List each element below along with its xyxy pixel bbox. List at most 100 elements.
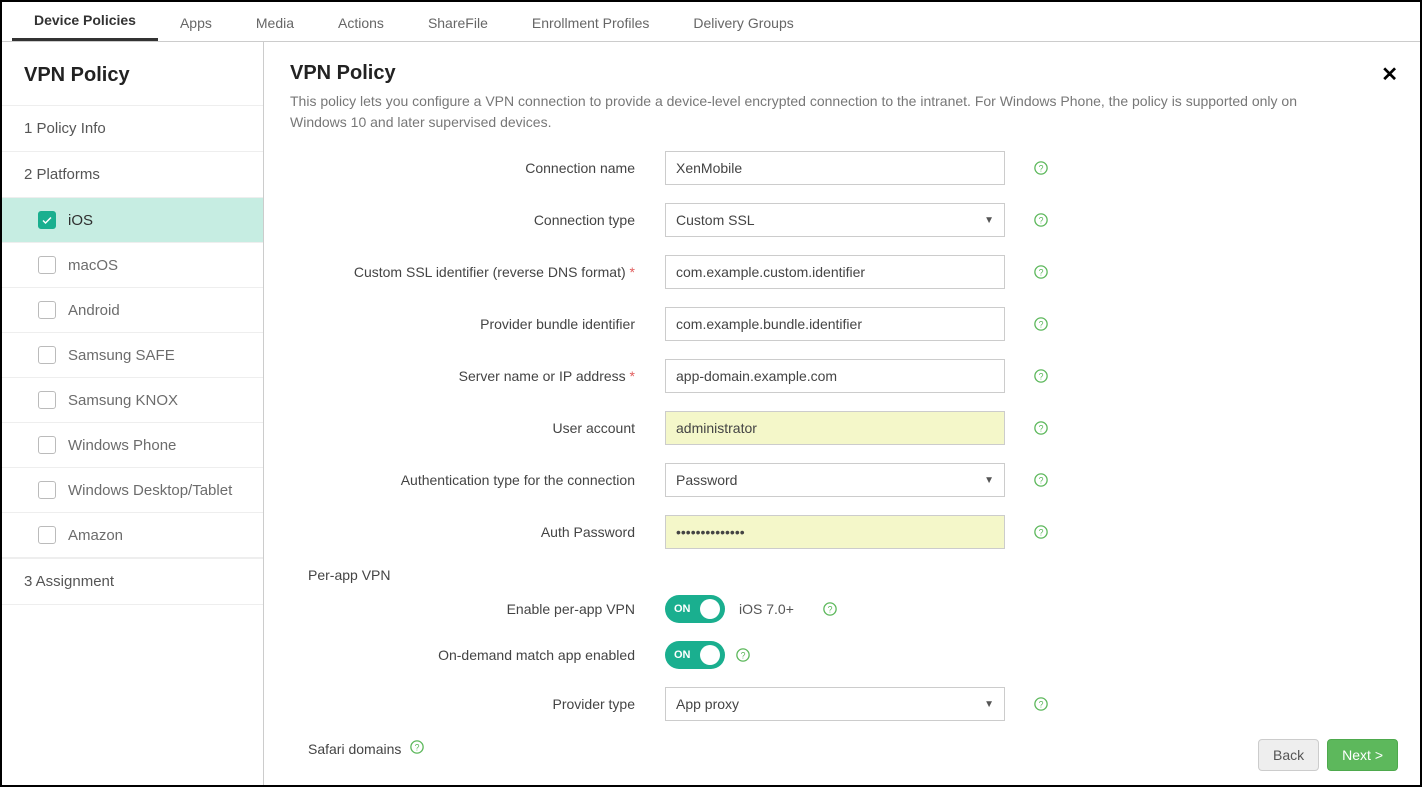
checkbox-icon xyxy=(38,481,56,499)
main-panel: ✕ VPN Policy This policy lets you config… xyxy=(264,42,1420,785)
label-auth-password: Auth Password xyxy=(290,524,665,540)
platform-ios[interactable]: iOS xyxy=(2,197,263,242)
section-safari-domains: Safari domains ? xyxy=(308,739,1394,757)
svg-text:?: ? xyxy=(1039,476,1044,486)
label-connection-name: Connection name xyxy=(290,160,665,176)
checkbox-icon xyxy=(38,391,56,409)
select-value: App proxy xyxy=(676,696,739,712)
toggle-on-demand[interactable]: ON xyxy=(665,641,725,669)
platform-label: Android xyxy=(68,302,120,319)
select-auth-type[interactable]: Password ▼ xyxy=(665,463,1005,497)
help-icon[interactable]: ? xyxy=(1033,212,1049,228)
back-button[interactable]: Back xyxy=(1258,739,1319,771)
label-enable-per-app: Enable per-app VPN xyxy=(290,601,665,617)
caret-down-icon: ▼ xyxy=(984,699,994,710)
toggle-state: ON xyxy=(674,603,691,615)
label-server-name: Server name or IP address * xyxy=(290,368,665,384)
platform-samsung-safe[interactable]: Samsung SAFE xyxy=(2,332,263,377)
tab-actions[interactable]: Actions xyxy=(316,5,406,41)
input-provider-bundle[interactable] xyxy=(665,307,1005,341)
page-title: VPN Policy xyxy=(290,62,1394,85)
platform-windows-desktop[interactable]: Windows Desktop/Tablet xyxy=(2,467,263,512)
svg-text:?: ? xyxy=(1039,164,1044,174)
checkbox-icon xyxy=(38,301,56,319)
help-icon[interactable]: ? xyxy=(1033,524,1049,540)
help-icon[interactable]: ? xyxy=(1033,316,1049,332)
help-icon[interactable]: ? xyxy=(1033,160,1049,176)
svg-text:?: ? xyxy=(827,605,832,615)
label-custom-ssl: Custom SSL identifier (reverse DNS forma… xyxy=(290,264,665,280)
sidebar-title: VPN Policy xyxy=(2,42,263,105)
next-button[interactable]: Next > xyxy=(1327,739,1398,771)
tab-media[interactable]: Media xyxy=(234,5,316,41)
tab-enrollment-profiles[interactable]: Enrollment Profiles xyxy=(510,5,672,41)
platform-label: Amazon xyxy=(68,527,123,544)
label-on-demand: On-demand match app enabled xyxy=(290,647,665,663)
platform-list: iOS macOS Android Samsung SAFE Samsung K… xyxy=(2,197,263,558)
checkbox-icon xyxy=(38,436,56,454)
platform-label: Windows Phone xyxy=(68,437,176,454)
select-connection-type[interactable]: Custom SSL ▼ xyxy=(665,203,1005,237)
step-platforms[interactable]: 2 Platforms xyxy=(2,151,263,197)
input-auth-password[interactable] xyxy=(665,515,1005,549)
tab-device-policies[interactable]: Device Policies xyxy=(12,2,158,41)
close-icon[interactable]: ✕ xyxy=(1381,62,1398,87)
svg-text:?: ? xyxy=(415,743,420,753)
checkbox-icon xyxy=(38,346,56,364)
note-ios-version: iOS 7.0+ xyxy=(739,601,794,617)
help-icon[interactable]: ? xyxy=(1033,368,1049,384)
footer-buttons: Back Next > xyxy=(1258,739,1398,771)
platform-samsung-knox[interactable]: Samsung KNOX xyxy=(2,377,263,422)
svg-text:?: ? xyxy=(1039,700,1044,710)
select-value: Custom SSL xyxy=(676,212,755,228)
caret-down-icon: ▼ xyxy=(984,475,994,486)
svg-text:?: ? xyxy=(1039,320,1044,330)
toggle-enable-per-app[interactable]: ON xyxy=(665,595,725,623)
help-icon[interactable]: ? xyxy=(409,739,425,755)
svg-text:?: ? xyxy=(1039,424,1044,434)
select-value: Password xyxy=(676,472,737,488)
help-icon[interactable]: ? xyxy=(1033,696,1049,712)
svg-text:?: ? xyxy=(1039,372,1044,382)
platform-android[interactable]: Android xyxy=(2,287,263,332)
input-server-name[interactable] xyxy=(665,359,1005,393)
top-tabs: Device Policies Apps Media Actions Share… xyxy=(2,2,1420,42)
label-connection-type: Connection type xyxy=(290,212,665,228)
platform-macos[interactable]: macOS xyxy=(2,242,263,287)
label-provider-type: Provider type xyxy=(290,696,665,712)
help-icon[interactable]: ? xyxy=(822,601,838,617)
step-assignment[interactable]: 3 Assignment xyxy=(2,558,263,605)
help-icon[interactable]: ? xyxy=(1033,264,1049,280)
toggle-state: ON xyxy=(674,649,691,661)
step-policy-info[interactable]: 1 Policy Info xyxy=(2,105,263,151)
tab-sharefile[interactable]: ShareFile xyxy=(406,5,510,41)
platform-windows-phone[interactable]: Windows Phone xyxy=(2,422,263,467)
select-provider-type[interactable]: App proxy ▼ xyxy=(665,687,1005,721)
label-provider-bundle: Provider bundle identifier xyxy=(290,316,665,332)
platform-amazon[interactable]: Amazon xyxy=(2,512,263,557)
svg-text:?: ? xyxy=(1039,528,1044,538)
svg-text:?: ? xyxy=(1039,268,1044,278)
caret-down-icon: ▼ xyxy=(984,215,994,226)
input-connection-name[interactable] xyxy=(665,151,1005,185)
tab-apps[interactable]: Apps xyxy=(158,5,234,41)
tab-delivery-groups[interactable]: Delivery Groups xyxy=(671,5,815,41)
help-icon[interactable]: ? xyxy=(1033,420,1049,436)
help-icon[interactable]: ? xyxy=(735,647,751,663)
platform-label: iOS xyxy=(68,212,93,229)
checkbox-icon xyxy=(38,256,56,274)
platform-label: Samsung SAFE xyxy=(68,347,175,364)
label-user-account: User account xyxy=(290,420,665,436)
help-icon[interactable]: ? xyxy=(1033,472,1049,488)
platform-label: macOS xyxy=(68,257,118,274)
toggle-knob xyxy=(700,599,720,619)
input-user-account[interactable] xyxy=(665,411,1005,445)
input-custom-ssl[interactable] xyxy=(665,255,1005,289)
page-description: This policy lets you configure a VPN con… xyxy=(290,91,1350,133)
platform-label: Windows Desktop/Tablet xyxy=(68,482,232,499)
svg-text:?: ? xyxy=(741,651,746,661)
label-auth-type: Authentication type for the connection xyxy=(290,472,665,488)
platform-label: Samsung KNOX xyxy=(68,392,178,409)
checkbox-icon xyxy=(38,526,56,544)
sidebar: VPN Policy 1 Policy Info 2 Platforms iOS… xyxy=(2,42,264,785)
